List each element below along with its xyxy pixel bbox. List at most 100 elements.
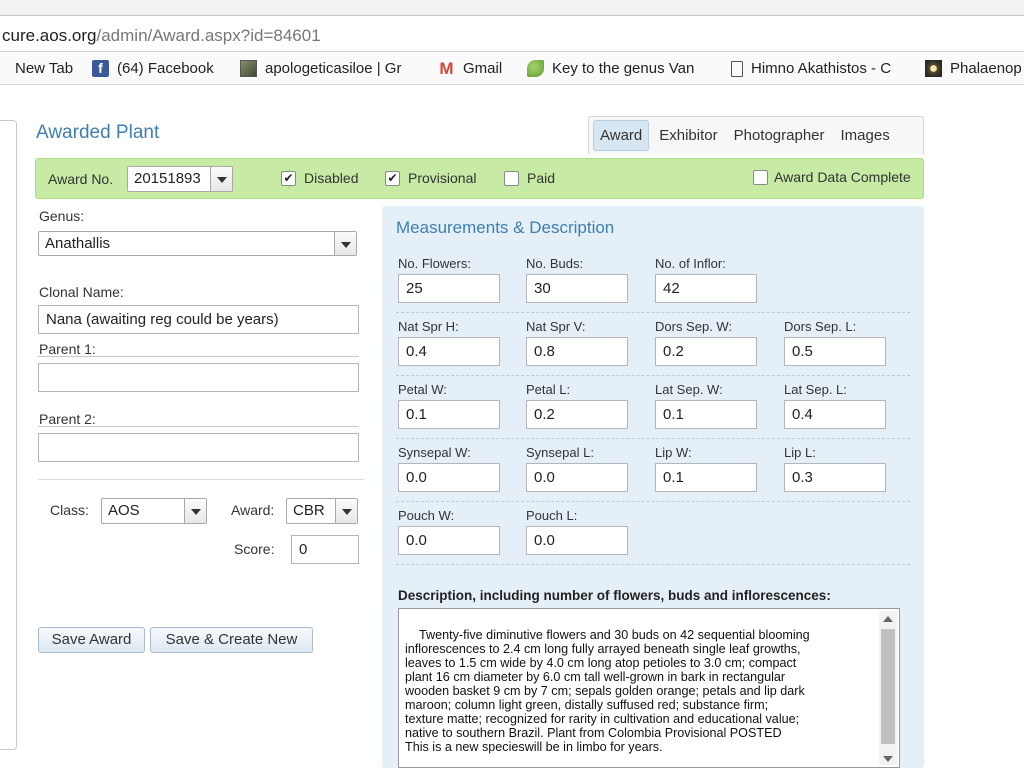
tab-images[interactable]: Images xyxy=(835,121,896,150)
award-no-value: 20151893 xyxy=(134,170,201,187)
bookmark-label: Gmail xyxy=(463,60,503,77)
description-label: Description, including number of flowers… xyxy=(398,588,831,603)
lat-sep-w-input[interactable]: 0.1 xyxy=(655,400,757,429)
tab-photographer[interactable]: Photographer xyxy=(728,121,831,150)
measurements-panel: Measurements & Description No. Flowers: … xyxy=(382,206,924,768)
address-bar[interactable]: cure.aos.org/admin/Award.aspx?id=84601 xyxy=(0,20,1024,52)
checkbox-paid-box[interactable] xyxy=(504,170,519,186)
pouch-w-input[interactable]: 0.0 xyxy=(398,526,500,555)
facebook-icon: f xyxy=(92,60,109,77)
provisional-checkbox[interactable]: ✔ Provisional xyxy=(385,170,476,186)
synsepal-w-input[interactable]: 0.0 xyxy=(398,463,500,492)
chevron-down-icon xyxy=(184,499,206,523)
divider xyxy=(396,564,910,565)
paid-checkbox[interactable]: Paid xyxy=(504,170,555,186)
chevron-down-icon xyxy=(210,167,232,191)
bookmark-phalaenopsis[interactable]: Phalaenop xyxy=(925,60,1022,77)
bookmark-gmail[interactable]: M Gmail xyxy=(438,60,502,77)
bookmark-key-to-genus[interactable]: Key to the genus Van xyxy=(527,60,694,77)
description-scrollbar[interactable] xyxy=(879,611,897,765)
award-data-complete-checkbox[interactable]: Award Data Complete xyxy=(753,169,911,185)
nat-spr-v-label: Nat Spr V: xyxy=(526,319,586,334)
genus-value: Anathallis xyxy=(45,235,111,252)
lat-sep-l-label: Lat Sep. L: xyxy=(784,382,847,397)
divider xyxy=(396,438,910,439)
pouch-w-label: Pouch W: xyxy=(398,508,455,523)
description-textarea[interactable]: Twenty-five diminutive flowers and 30 bu… xyxy=(398,608,900,768)
no-inflor-input[interactable]: 42 xyxy=(655,274,757,303)
pouch-l-input[interactable]: 0.0 xyxy=(526,526,628,555)
bookmark-label: Himno Akathistos - C xyxy=(751,60,892,77)
nat-spr-h-input[interactable]: 0.4 xyxy=(398,337,500,366)
genus-label: Genus: xyxy=(39,208,85,224)
no-flowers-input[interactable]: 25 xyxy=(398,274,500,303)
divider xyxy=(396,312,910,313)
clonal-name-label: Clonal Name: xyxy=(39,284,124,300)
no-buds-input[interactable]: 30 xyxy=(526,274,628,303)
document-icon xyxy=(731,60,743,77)
checkbox-complete-box[interactable] xyxy=(753,169,768,185)
bookmark-new-tab[interactable]: New Tab xyxy=(15,60,73,77)
synsepal-l-input[interactable]: 0.0 xyxy=(526,463,628,492)
dors-sep-w-input[interactable]: 0.2 xyxy=(655,337,757,366)
leaf-icon xyxy=(527,60,544,77)
tab-exhibitor[interactable]: Exhibitor xyxy=(653,121,723,150)
award-value: CBR xyxy=(293,502,325,519)
dors-sep-l-label: Dors Sep. L: xyxy=(784,319,857,334)
bookmark-apologeticasiloe[interactable]: apologeticasiloe | Gr xyxy=(240,60,401,77)
save-create-new-button[interactable]: Save & Create New xyxy=(150,627,313,653)
save-award-button[interactable]: Save Award xyxy=(38,627,145,653)
bookmark-himno[interactable]: Himno Akathistos - C xyxy=(731,60,891,77)
checkbox-disabled-box[interactable]: ✔ xyxy=(281,170,296,186)
divider xyxy=(38,426,359,427)
page-title: Awarded Plant xyxy=(36,122,160,143)
bookmark-label: Phalaenop xyxy=(950,60,1022,77)
chevron-down-icon xyxy=(335,499,357,523)
flower-icon xyxy=(925,60,942,77)
class-select[interactable]: AOS xyxy=(101,498,207,524)
provisional-label: Provisional xyxy=(408,170,477,186)
url-host: cure.aos.org xyxy=(2,26,97,45)
bookmarks-bar: New Tab f (64) Facebook apologeticasiloe… xyxy=(0,53,1024,85)
synsepal-w-label: Synsepal W: xyxy=(398,445,471,460)
chevron-down-icon xyxy=(334,232,356,255)
scroll-down-icon[interactable] xyxy=(883,756,893,762)
description-text: Twenty-five diminutive flowers and 30 bu… xyxy=(405,628,810,754)
bookmark-facebook[interactable]: f (64) Facebook xyxy=(92,60,214,77)
lat-sep-l-input[interactable]: 0.4 xyxy=(784,400,886,429)
bookmark-label: Key to the genus Van xyxy=(552,60,695,77)
parent2-input[interactable] xyxy=(38,433,359,462)
pouch-l-label: Pouch L: xyxy=(526,508,578,523)
award-select[interactable]: CBR xyxy=(286,498,358,524)
clonal-name-input[interactable]: Nana (awaiting reg could be years) xyxy=(38,305,359,334)
parent2-label: Parent 2: xyxy=(39,411,96,427)
genus-select[interactable]: Anathallis xyxy=(38,231,357,256)
checkbox-provisional-box[interactable]: ✔ xyxy=(385,170,400,186)
petal-l-input[interactable]: 0.2 xyxy=(526,400,628,429)
lip-l-input[interactable]: 0.3 xyxy=(784,463,886,492)
no-buds-label: No. Buds: xyxy=(526,256,584,271)
tab-award[interactable]: Award xyxy=(593,120,650,151)
nat-spr-h-label: Nat Spr H: xyxy=(398,319,459,334)
class-value: AOS xyxy=(108,502,140,519)
award-label: Award: xyxy=(231,502,275,518)
parent1-label: Parent 1: xyxy=(39,341,96,357)
nat-spr-v-input[interactable]: 0.8 xyxy=(526,337,628,366)
synsepal-l-label: Synsepal L: xyxy=(526,445,594,460)
score-input[interactable]: 0 xyxy=(291,535,359,564)
divider xyxy=(38,356,359,357)
parent1-input[interactable] xyxy=(38,363,359,392)
class-label: Class: xyxy=(50,502,89,518)
award-no-select[interactable]: 20151893 xyxy=(127,166,233,192)
divider xyxy=(396,501,910,502)
scroll-thumb[interactable] xyxy=(881,629,895,744)
scroll-up-icon[interactable] xyxy=(883,616,893,622)
disabled-label: Disabled xyxy=(304,170,359,186)
dors-sep-l-input[interactable]: 0.5 xyxy=(784,337,886,366)
petal-w-input[interactable]: 0.1 xyxy=(398,400,500,429)
lip-w-input[interactable]: 0.1 xyxy=(655,463,757,492)
disabled-checkbox[interactable]: ✔ Disabled xyxy=(281,170,358,186)
tab-bar: Award Exhibitor Photographer Images xyxy=(588,116,924,154)
no-inflor-label: No. of Inflor: xyxy=(655,256,726,271)
award-data-complete-label: Award Data Complete xyxy=(774,169,911,185)
